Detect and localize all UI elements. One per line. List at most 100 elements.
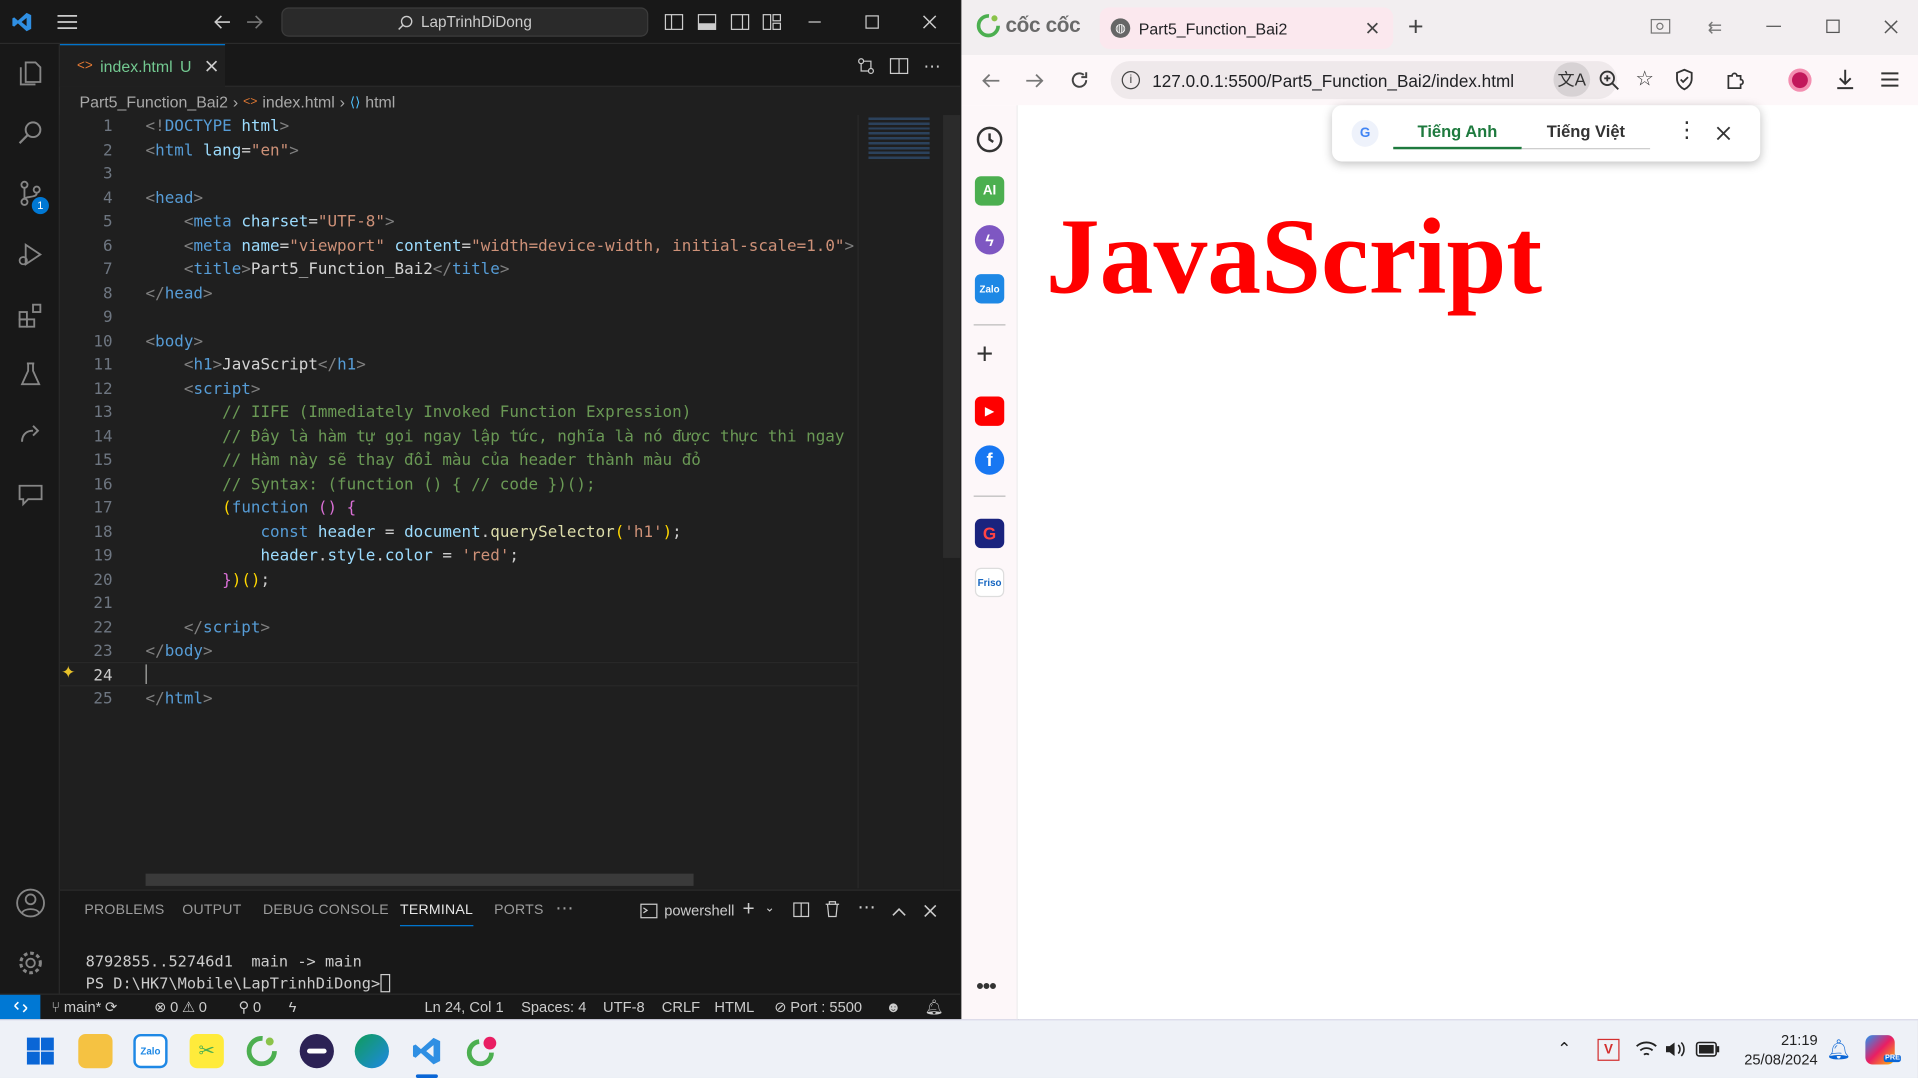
translate-icon[interactable]: 文A <box>1553 62 1591 97</box>
close-icon[interactable] <box>917 10 941 34</box>
new-terminal-icon[interactable]: + <box>742 897 754 921</box>
close-window-icon[interactable] <box>1884 20 1899 35</box>
snipping-tool-icon[interactable]: ✂ <box>189 1033 224 1069</box>
address-bar[interactable]: i 127.0.0.1:5500/Part5_Function_Bai2/ind… <box>1110 61 1618 100</box>
source-control-icon[interactable]: 1 <box>0 166 60 220</box>
cursor-position[interactable]: Ln 24, Col 1 <box>424 998 503 1015</box>
search-view-icon[interactable] <box>0 105 60 159</box>
shield-icon[interactable] <box>1675 68 1695 91</box>
chat-icon[interactable] <box>0 467 60 521</box>
extensions-puzzle-icon[interactable] <box>1725 69 1747 91</box>
messenger-icon[interactable]: ϟ <box>974 225 1005 255</box>
encoding[interactable]: UTF-8 <box>603 998 645 1015</box>
breadcrumb-file[interactable]: index.html <box>262 92 334 110</box>
eclipse-icon[interactable] <box>299 1033 334 1069</box>
zalo-icon[interactable]: Zalo <box>133 1033 168 1069</box>
toggle-secondary-sidebar-icon[interactable] <box>729 11 751 33</box>
command-center-search[interactable]: LapTrinhDiDong <box>281 7 649 37</box>
more-options-icon[interactable]: ⋮ <box>1676 117 1698 143</box>
download-icon[interactable] <box>1835 69 1856 91</box>
profile-avatar[interactable] <box>1788 68 1812 92</box>
tab-index-html[interactable]: <> index.html U <box>59 44 226 87</box>
open-changes-icon[interactable] <box>855 55 877 77</box>
problems-status[interactable]: ⊗ 0 ⚠ 0 <box>154 998 207 1015</box>
extensions-icon[interactable] <box>0 289 60 343</box>
vertical-scrollbar[interactable] <box>943 115 961 558</box>
zalo-icon[interactable]: Zalo <box>974 274 1005 304</box>
translate-tab-english[interactable]: Tiếng Anh <box>1393 117 1522 150</box>
vietkey-icon[interactable]: V <box>1597 1038 1620 1061</box>
terminal-selector[interactable]: powershell <box>640 902 734 919</box>
breadcrumb-folder[interactable]: Part5_Function_Bai2 <box>80 92 229 110</box>
bookmark-star-icon[interactable]: ☆ <box>1635 67 1654 91</box>
close-popup-icon[interactable] <box>1716 126 1731 141</box>
panel-tab-terminal[interactable]: TERMINAL <box>399 903 474 927</box>
ai-assistant-icon[interactable]: AI <box>974 176 1005 206</box>
split-editor-icon[interactable] <box>888 55 910 77</box>
breadcrumb-symbol[interactable]: html <box>365 92 395 110</box>
windows-start-icon[interactable] <box>23 1034 57 1068</box>
zoom-icon[interactable] <box>1599 70 1620 91</box>
chevron-up-icon[interactable]: ⌃ <box>1557 1039 1571 1060</box>
back-arrow-icon[interactable] <box>981 71 1001 91</box>
explorer-icon[interactable] <box>0 46 60 100</box>
add-icon[interactable]: + <box>976 340 993 369</box>
translate-tab-vietnamese[interactable]: Tiếng Việt <box>1521 117 1651 150</box>
notifications-bell-icon[interactable]: 🔔︎ <box>925 998 944 1015</box>
browser-tab-active[interactable]: ◍ Part5_Function_Bai2 <box>1099 7 1394 49</box>
live-server-port[interactable]: ⊘ Port : 5500 <box>774 998 862 1015</box>
lightning-icon[interactable]: ϟ <box>289 998 297 1015</box>
horizontal-scrollbar[interactable] <box>145 873 694 886</box>
screen-capture-icon[interactable] <box>1650 18 1671 41</box>
customize-layout-icon[interactable] <box>761 11 783 33</box>
vscode-taskbar-icon[interactable] <box>410 1034 444 1068</box>
end-of-line[interactable]: CRLF <box>662 998 700 1015</box>
notification-bell-icon[interactable]: 🔔︎ <box>1826 1038 1851 1062</box>
coccoc-profile-icon[interactable] <box>465 1034 499 1068</box>
more-icon[interactable]: ⋯ <box>555 897 574 919</box>
minimize-icon[interactable] <box>1766 25 1781 27</box>
tab-close-icon[interactable] <box>1365 21 1380 36</box>
toggle-sidebar-icon[interactable] <box>663 11 685 33</box>
accounts-icon[interactable] <box>0 876 60 930</box>
maximize-panel-icon[interactable] <box>892 902 907 924</box>
split-terminal-icon[interactable] <box>793 902 810 924</box>
minimize-icon[interactable] <box>802 10 826 34</box>
new-tab-icon[interactable]: + <box>1408 11 1424 43</box>
maximize-icon[interactable] <box>860 10 884 34</box>
clock[interactable]: 21:19 25/08/2024 <box>1737 1030 1817 1069</box>
remote-explorer-icon[interactable] <box>0 407 60 461</box>
tab-actions-icon[interactable]: ⇇ <box>1708 17 1722 38</box>
history-clock-icon[interactable] <box>975 125 1004 154</box>
wifi-icon[interactable] <box>1635 1040 1657 1058</box>
tab-close-icon[interactable] <box>204 59 219 74</box>
maximize-icon[interactable] <box>1826 19 1840 34</box>
code-editor[interactable]: ✦ 1 2 3 4 5 6 7 8 9 10 11 12 13 14 15 16… <box>59 115 961 889</box>
volume-icon[interactable] <box>1665 1040 1687 1058</box>
youtube-icon[interactable]: ▶ <box>974 396 1005 426</box>
panel-tab-output[interactable]: OUTPUT <box>182 903 241 918</box>
chevron-down-icon[interactable]: ⌄ <box>765 902 775 915</box>
panel-tab-debug-console[interactable]: DEBUG CONSOLE <box>263 903 389 918</box>
facebook-icon[interactable]: f <box>974 445 1005 475</box>
settings-gear-icon[interactable] <box>0 936 60 990</box>
remote-indicator-icon[interactable] <box>0 994 41 1020</box>
indentation[interactable]: Spaces: 4 <box>521 998 586 1015</box>
battery-icon[interactable] <box>1695 1041 1720 1057</box>
more-actions-icon[interactable]: ⋯ <box>857 896 875 918</box>
reload-icon[interactable] <box>1069 70 1090 91</box>
copilot-icon[interactable]: ☻ <box>886 998 901 1015</box>
more-actions-icon[interactable]: ⋯ <box>920 55 944 77</box>
toggle-panel-icon[interactable] <box>696 11 718 33</box>
trash-icon[interactable] <box>824 901 840 924</box>
menu-icon[interactable] <box>54 10 81 34</box>
terminal-prompt[interactable]: PS D:\HK7\Mobile\LapTrinhDiDong> <box>86 974 390 992</box>
close-panel-icon[interactable] <box>924 902 937 924</box>
run-debug-icon[interactable] <box>0 228 60 282</box>
file-explorer-icon[interactable] <box>78 1033 113 1069</box>
forward-arrow-icon[interactable] <box>1025 71 1045 91</box>
friso-icon[interactable]: Friso <box>974 567 1005 598</box>
coccoc-browser-icon[interactable] <box>245 1034 279 1068</box>
panel-tab-problems[interactable]: PROBLEMS <box>84 903 164 918</box>
edge-browser-icon[interactable] <box>354 1033 389 1069</box>
